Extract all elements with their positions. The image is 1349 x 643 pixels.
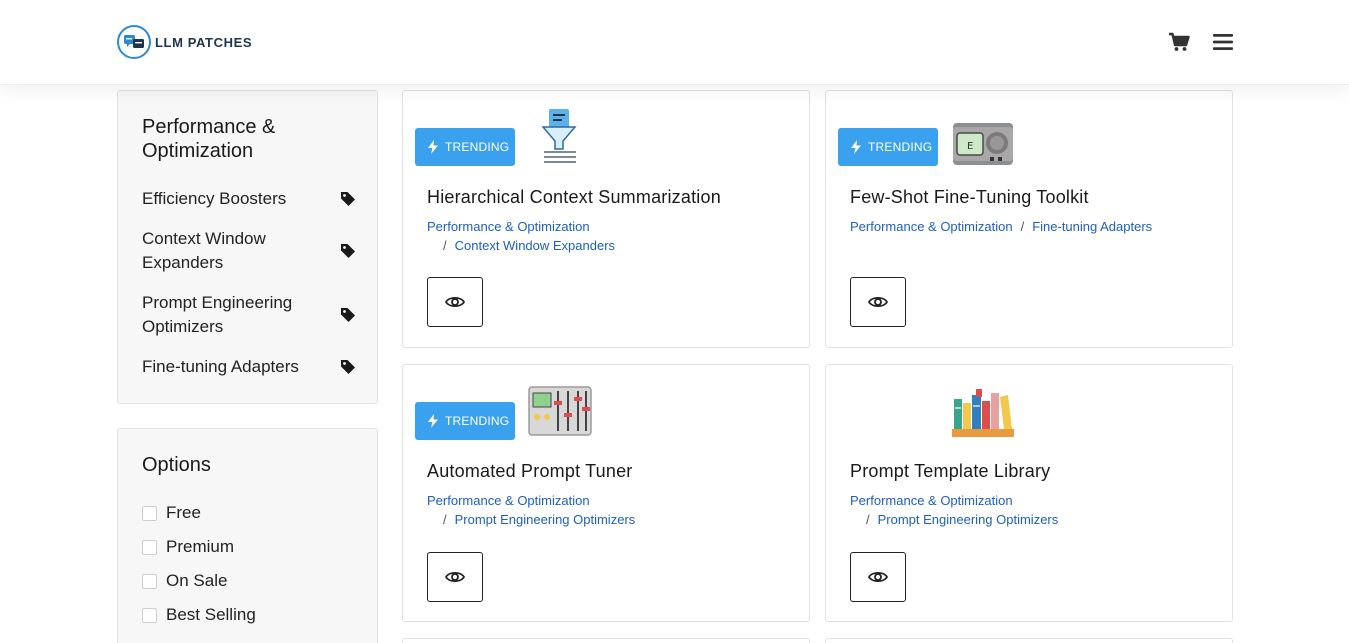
product-card <box>825 638 1233 643</box>
category-panel-title: Performance & Optimization <box>142 116 276 162</box>
lightning-icon <box>428 140 438 154</box>
option-best-selling[interactable]: Best Selling <box>142 605 256 625</box>
trending-badge: TRENDING <box>838 128 938 166</box>
option-label: Free <box>166 503 201 522</box>
view-button[interactable] <box>427 552 483 602</box>
option-checkbox[interactable] <box>142 505 157 521</box>
view-button[interactable] <box>850 552 906 602</box>
category-item-label: Efficiency Boosters <box>142 189 287 208</box>
option-free[interactable]: Free <box>142 503 201 523</box>
crumb-link[interactable]: Performance & Optimization <box>850 219 1013 234</box>
category-panel: Performance & Optimization Efficiency Bo… <box>117 90 378 404</box>
category-item-prompt-engineering-optimizers[interactable]: Prompt Engineering Optimizers <box>142 291 356 339</box>
options-panel-title: Options <box>142 454 211 476</box>
eye-icon <box>445 571 465 583</box>
option-premium[interactable]: Premium <box>142 537 234 557</box>
options-panel: Options Free Premium On Sale Best Sellin… <box>117 428 378 643</box>
logo-icon <box>117 25 151 59</box>
svg-text:E: E <box>967 141 973 152</box>
option-on-sale[interactable]: On Sale <box>142 571 227 591</box>
crumb-link[interactable]: Context Window Expanders <box>455 238 615 253</box>
product-card: TRENDING Hierarchical Context Summarizat… <box>402 90 810 348</box>
view-button[interactable] <box>427 277 483 327</box>
option-label: On Sale <box>166 571 228 590</box>
card-breadcrumb: Performance & Optimization / Fine-tuning A… <box>850 219 1153 234</box>
card-breadcrumb: Performance & Optimization / Prompt Engin… <box>850 493 1059 527</box>
category-item-label: Context Window Expanders <box>142 229 266 272</box>
tag-icon <box>340 243 356 259</box>
card-title: Few-Shot Fine-Tuning Toolkit <box>850 187 1089 207</box>
crumb-link[interactable]: Prompt Engineering Optimizers <box>455 512 636 527</box>
crumb-link[interactable]: Performance & Optimization <box>427 493 590 508</box>
card-breadcrumb: Performance & Optimization / Prompt Engin… <box>427 493 636 527</box>
card-title: Automated Prompt Tuner <box>427 461 633 481</box>
crumb-link[interactable]: Prompt Engineering Optimizers <box>878 512 1059 527</box>
trending-badge: TRENDING <box>415 402 515 440</box>
option-label: Premium <box>166 537 235 556</box>
product-card: Prompt Template Library Performance & Op… <box>825 364 1233 622</box>
site-header: LLM PATCHES <box>0 0 1349 85</box>
product-card <box>402 638 810 643</box>
trending-badge: TRENDING <box>415 128 515 166</box>
card-breadcrumb: Performance & Optimization / Context Wind… <box>427 219 616 253</box>
tag-icon <box>340 359 356 375</box>
gauge-device-icon: E <box>950 105 1016 165</box>
lightning-icon <box>851 140 861 154</box>
option-checkbox[interactable] <box>142 607 157 623</box>
funnel-document-icon <box>529 105 595 165</box>
option-label: Best Selling <box>166 605 256 624</box>
brand-logo[interactable]: LLM PATCHES <box>117 25 252 59</box>
product-card: TRENDING Automated Prompt Tuner Performa… <box>402 364 810 622</box>
category-item-efficiency-boosters[interactable]: Efficiency Boosters <box>142 187 356 211</box>
option-checkbox[interactable] <box>142 573 157 589</box>
crumb-link[interactable]: Fine-tuning Adapters <box>1032 219 1152 234</box>
card-title: Prompt Template Library <box>850 461 1051 481</box>
lightning-icon <box>428 414 438 428</box>
eye-icon <box>868 296 888 308</box>
cart-icon[interactable] <box>1166 30 1192 54</box>
eye-icon <box>868 571 888 583</box>
crumb-link[interactable]: Performance & Optimization <box>850 493 1013 508</box>
view-button[interactable] <box>850 277 906 327</box>
category-item-fine-tuning-adapters[interactable]: Fine-tuning Adapters <box>142 355 356 379</box>
eye-icon <box>445 296 465 308</box>
product-card: TRENDING E Few-Shot Fine-Tuning Toolkit … <box>825 90 1233 348</box>
mixer-panel-icon <box>527 379 593 439</box>
category-item-context-window-expanders[interactable]: Context Window Expanders <box>142 227 356 275</box>
category-item-label: Fine-tuning Adapters <box>142 357 299 376</box>
card-title: Hierarchical Context Summarization <box>427 187 721 207</box>
bookshelf-icon <box>950 379 1016 439</box>
brand-name: LLM PATCHES <box>155 34 253 50</box>
tag-icon <box>340 307 356 323</box>
category-item-label: Prompt Engineering Optimizers <box>142 293 293 336</box>
crumb-link[interactable]: Performance & Optimization <box>427 219 590 234</box>
hamburger-menu-icon[interactable] <box>1210 30 1236 54</box>
tag-icon <box>340 191 356 207</box>
option-checkbox[interactable] <box>142 539 157 555</box>
